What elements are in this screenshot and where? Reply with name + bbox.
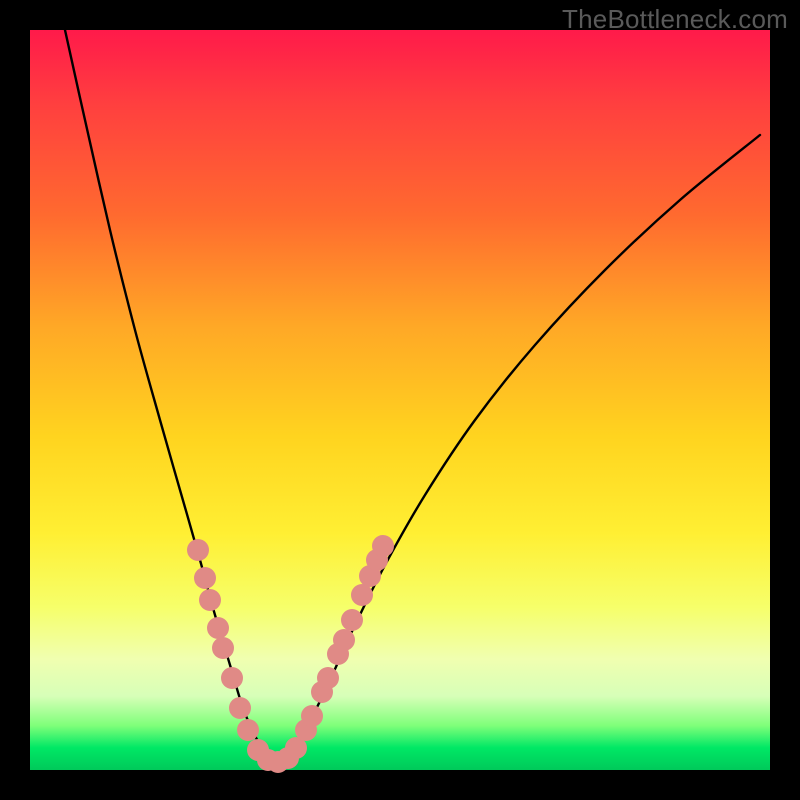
marker-dot <box>229 697 251 719</box>
curve-layer <box>30 30 770 770</box>
chart-stage: TheBottleneck.com <box>0 0 800 800</box>
marker-dot <box>301 705 323 727</box>
marker-dot <box>187 539 209 561</box>
marker-dot <box>199 589 221 611</box>
marker-dot <box>372 535 394 557</box>
marker-dot <box>351 584 373 606</box>
bottleneck-curve <box>65 30 760 763</box>
marker-dot <box>212 637 234 659</box>
marker-dot <box>207 617 229 639</box>
marker-dot <box>237 719 259 741</box>
plot-area <box>30 30 770 770</box>
marker-dot <box>341 609 363 631</box>
marker-dot <box>194 567 216 589</box>
marker-dot <box>333 629 355 651</box>
watermark-text: TheBottleneck.com <box>562 4 788 35</box>
marker-dot <box>221 667 243 689</box>
highlighted-points <box>187 535 394 773</box>
marker-dot <box>317 667 339 689</box>
